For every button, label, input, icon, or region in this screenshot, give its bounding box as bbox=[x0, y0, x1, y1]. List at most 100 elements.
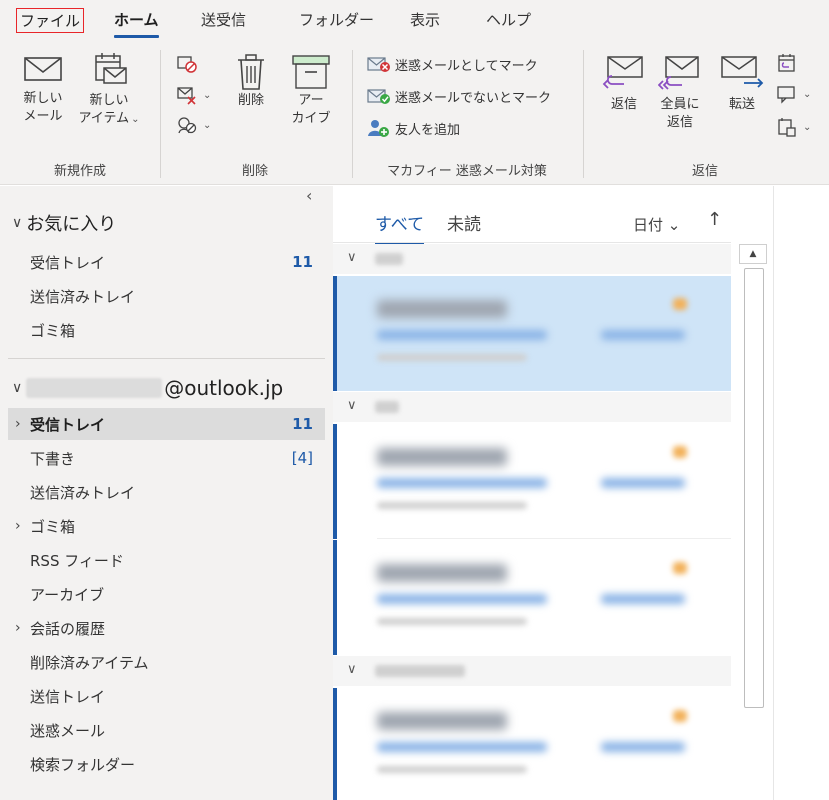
more-respond-button[interactable]: ⌄ bbox=[776, 116, 811, 138]
forward-button[interactable]: 転送 bbox=[716, 54, 768, 114]
redacted-preview bbox=[377, 766, 527, 773]
date-group-header[interactable]: ∨ bbox=[333, 656, 731, 686]
account-header[interactable]: ∨ @outlook.jp bbox=[12, 376, 283, 400]
add-friend-icon bbox=[368, 120, 389, 137]
ribbon-tabbar: ファイル ホーム 送受信 フォルダー 表示 ヘルプ bbox=[0, 0, 829, 44]
ribbon: 新しい メール 新しい アイテム ⌄ 新規作成 ⌄ ⌄ 削除 アー カイブ 削除… bbox=[0, 44, 829, 185]
favorite-item-inbox[interactable]: 受信トレイ 11 bbox=[8, 246, 325, 278]
archive-button[interactable]: アー カイブ bbox=[286, 54, 336, 128]
new-mail-button[interactable]: 新しい メール bbox=[18, 54, 68, 126]
folder-item-conversation-history[interactable]: › 会話の履歴 bbox=[8, 612, 325, 644]
reply-label: 返信 bbox=[610, 97, 637, 112]
meeting-button[interactable] bbox=[776, 52, 801, 74]
row-divider bbox=[377, 538, 731, 539]
folder-name: 会話の履歴 bbox=[30, 619, 106, 638]
tab-home[interactable]: ホーム bbox=[114, 9, 159, 38]
redacted-sender bbox=[377, 300, 507, 318]
trash-icon bbox=[238, 54, 264, 90]
redacted-date bbox=[601, 330, 685, 340]
favorites-header[interactable]: ∨ お気に入り bbox=[12, 210, 116, 236]
scroll-up-arrow-icon[interactable]: ▲ bbox=[739, 244, 767, 264]
account-domain: @outlook.jp bbox=[164, 376, 284, 400]
group-label-new: 新規作成 bbox=[53, 164, 106, 179]
tab-file[interactable]: ファイル bbox=[16, 8, 85, 33]
vertical-scrollbar[interactable]: ▲ bbox=[739, 242, 767, 800]
ribbon-divider bbox=[160, 50, 161, 178]
filter-unread-tab[interactable]: 未読 bbox=[447, 210, 481, 235]
tab-folder[interactable]: フォルダー bbox=[299, 9, 374, 30]
ignore-button[interactable] bbox=[176, 54, 201, 74]
reply-all-button[interactable]: 全員に 返信 bbox=[654, 54, 706, 132]
new-item-button[interactable]: 新しい アイテム ⌄ bbox=[70, 52, 148, 129]
date-group-header[interactable]: ∨ bbox=[333, 244, 731, 274]
folder-item-sent[interactable]: 送信済みトレイ bbox=[8, 476, 325, 508]
folder-name: 送信済みトレイ bbox=[30, 483, 136, 502]
junk-button[interactable]: ⌄ bbox=[176, 115, 211, 135]
folder-name: 受信トレイ bbox=[30, 415, 106, 434]
folder-item-rss[interactable]: RSS フィード bbox=[8, 544, 325, 576]
reply-all-icon bbox=[658, 56, 699, 90]
scroll-thumb[interactable] bbox=[744, 268, 764, 708]
folder-name: アーカイブ bbox=[30, 585, 105, 604]
folder-item-trash[interactable]: › ゴミ箱 bbox=[8, 510, 325, 542]
redacted-subject bbox=[377, 478, 547, 488]
chevron-right-icon[interactable]: › bbox=[15, 620, 21, 636]
folder-item-archive[interactable]: アーカイブ bbox=[8, 578, 325, 610]
sort-direction-icon[interactable]: ↑ bbox=[707, 209, 722, 230]
redacted-preview bbox=[377, 618, 527, 625]
tab-view[interactable]: 表示 bbox=[410, 9, 440, 30]
list-header-divider bbox=[333, 242, 731, 243]
mark-as-not-spam-label: 迷惑メールでないとマーク bbox=[395, 90, 552, 106]
folder-name: 下書き bbox=[30, 449, 76, 468]
redacted-sender bbox=[377, 448, 507, 466]
redacted-sender bbox=[377, 564, 507, 582]
ignore-icon bbox=[177, 56, 197, 73]
chevron-down-icon: ⌄ bbox=[203, 119, 212, 131]
sort-by-date-button[interactable]: 日付 ⌄ bbox=[633, 214, 680, 235]
folder-item-junk[interactable]: 迷惑メール bbox=[8, 714, 325, 746]
tab-send-receive[interactable]: 送受信 bbox=[201, 9, 246, 30]
folder-item-outbox[interactable]: 送信トレイ bbox=[8, 680, 325, 712]
chevron-right-icon[interactable]: › bbox=[15, 518, 21, 534]
forward-label: 転送 bbox=[728, 97, 755, 112]
folder-name: 迷惑メール bbox=[30, 721, 106, 740]
unread-count: 11 bbox=[292, 253, 313, 271]
unread-indicator bbox=[333, 688, 337, 800]
im-button[interactable]: ⌄ bbox=[776, 84, 811, 104]
mail-icon bbox=[24, 57, 62, 81]
message-item[interactable] bbox=[333, 540, 731, 655]
favorite-item-sent[interactable]: 送信済みトレイ bbox=[8, 280, 325, 312]
folder-item-drafts[interactable]: 下書き [4] bbox=[8, 442, 325, 474]
delete-button[interactable]: 削除 bbox=[228, 52, 274, 110]
draft-count: [4] bbox=[291, 449, 313, 467]
favorite-item-trash[interactable]: ゴミ箱 bbox=[8, 314, 325, 346]
redacted-group-title bbox=[375, 253, 403, 265]
date-group-header[interactable]: ∨ bbox=[333, 392, 731, 422]
collapse-pane-icon[interactable]: ‹ bbox=[306, 186, 312, 205]
folder-name: 送信トレイ bbox=[30, 687, 106, 706]
mark-as-spam-label: 迷惑メールとしてマーク bbox=[395, 58, 538, 74]
message-item[interactable] bbox=[333, 276, 731, 391]
folder-item-inbox[interactable]: › 受信トレイ 11 bbox=[8, 408, 325, 440]
folder-name: 検索フォルダー bbox=[30, 755, 136, 774]
folder-item-search-folders[interactable]: 検索フォルダー bbox=[8, 748, 325, 780]
chevron-right-icon[interactable]: › bbox=[15, 416, 21, 432]
redacted-date bbox=[601, 742, 685, 752]
redacted-icon bbox=[673, 446, 687, 458]
folder-item-deleted-items[interactable]: 削除済みアイテム bbox=[8, 646, 325, 678]
message-item[interactable] bbox=[333, 424, 731, 539]
mark-as-spam-button[interactable]: 迷惑メールとしてマーク bbox=[366, 54, 538, 74]
new-item-label-1: 新しい bbox=[89, 93, 129, 108]
reply-all-label-1: 全員に bbox=[660, 97, 700, 112]
reply-button[interactable]: 返信 bbox=[600, 54, 648, 114]
tab-help[interactable]: ヘルプ bbox=[486, 9, 531, 30]
chevron-down-icon: ⌄ bbox=[667, 216, 681, 234]
message-item[interactable] bbox=[333, 688, 731, 800]
reading-pane bbox=[773, 186, 829, 800]
add-friend-button[interactable]: 友人を追加 bbox=[366, 118, 460, 138]
chevron-down-icon: ∨ bbox=[12, 380, 23, 396]
clean-up-button[interactable]: ⌄ bbox=[176, 85, 211, 105]
mark-as-not-spam-button[interactable]: 迷惑メールでないとマーク bbox=[366, 86, 551, 106]
filter-all-tab[interactable]: すべて bbox=[375, 210, 425, 244]
redacted-icon bbox=[673, 562, 687, 574]
